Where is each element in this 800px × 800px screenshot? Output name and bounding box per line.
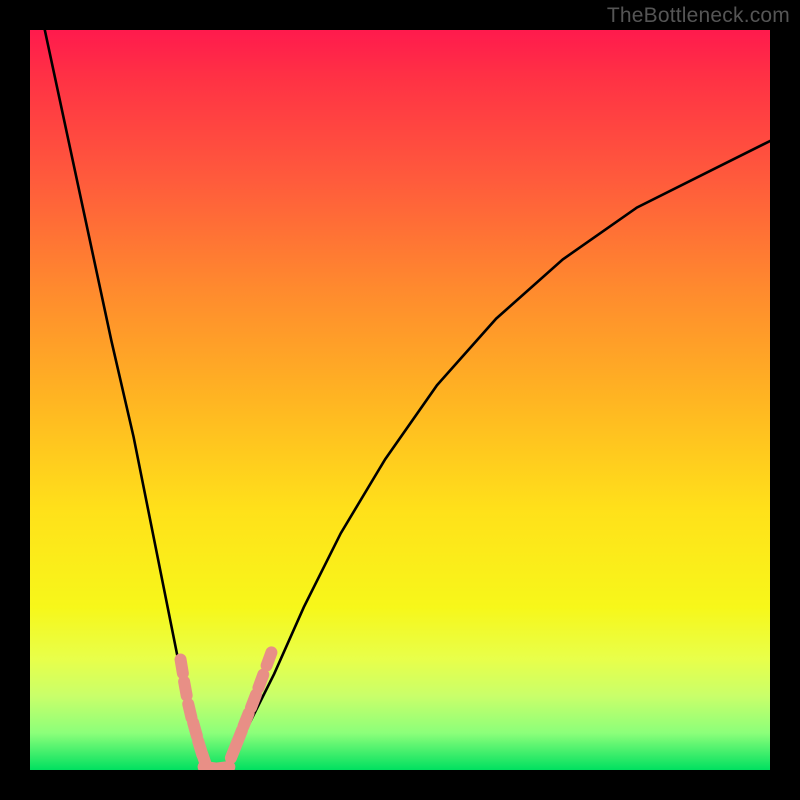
curve-layer — [45, 30, 770, 770]
highlight-marker — [174, 653, 190, 681]
chart-frame: TheBottleneck.com — [0, 0, 800, 800]
chart-svg — [30, 30, 770, 770]
highlight-marker — [177, 675, 193, 703]
plot-area — [30, 30, 770, 770]
marker-layer — [174, 645, 279, 770]
watermark-text: TheBottleneck.com — [607, 4, 790, 28]
bottleneck-curve-path — [45, 30, 770, 770]
